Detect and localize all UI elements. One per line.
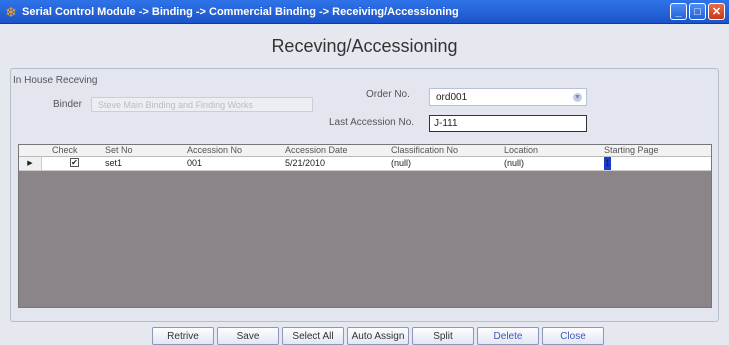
row-checkbox[interactable]: ✔ xyxy=(70,158,79,167)
page-title: Receving/Accessioning xyxy=(271,36,458,56)
maximize-button[interactable]: □ xyxy=(689,3,706,20)
column-header-check[interactable]: Check xyxy=(52,145,78,156)
split-button[interactable]: Split xyxy=(412,327,474,345)
close-window-button[interactable]: ✕ xyxy=(708,3,725,20)
auto-assign-button[interactable]: Auto Assign xyxy=(347,327,409,345)
delete-button[interactable]: Delete xyxy=(477,327,539,345)
window-controls: _ □ ✕ xyxy=(670,3,725,20)
chevron-down-icon[interactable]: ▼ xyxy=(573,93,582,102)
select-all-button[interactable]: Select All xyxy=(282,327,344,345)
cell-accession-no[interactable]: 001 xyxy=(187,157,202,170)
window-title: Serial Control Module -> Binding -> Comm… xyxy=(22,5,459,18)
last-accession-input[interactable]: J-111 xyxy=(429,115,587,132)
close-button[interactable]: Close xyxy=(542,327,604,345)
row-pointer-icon[interactable]: ▶ xyxy=(19,157,42,170)
column-header-set-no[interactable]: Set No xyxy=(105,145,133,156)
column-header-classification-no[interactable]: Classification No xyxy=(391,145,458,156)
title-bar[interactable]: ❄ Serial Control Module -> Binding -> Co… xyxy=(0,0,729,24)
binder-label: Binder xyxy=(53,99,82,110)
cell-classification-no[interactable]: (null) xyxy=(391,157,411,170)
cell-location[interactable]: (null) xyxy=(504,157,524,170)
action-button-bar: Retrive Save Select All Auto Assign Spli… xyxy=(152,327,607,345)
column-header-accession-no[interactable]: Accession No xyxy=(187,145,242,156)
column-header-starting-page[interactable]: Starting Page xyxy=(604,145,659,156)
cell-set-no[interactable]: set1 xyxy=(105,157,122,170)
last-accession-label: Last Accession No. xyxy=(329,117,415,128)
snowflake-icon: ❄ xyxy=(5,3,17,20)
binder-field[interactable]: Steve Main Binding and Finding Works xyxy=(91,97,313,112)
column-header-location[interactable]: Location xyxy=(504,145,538,156)
save-button[interactable]: Save xyxy=(217,327,279,345)
order-no-label: Order No. xyxy=(366,89,410,100)
order-no-value: ord001 xyxy=(436,92,468,103)
minimize-button[interactable]: _ xyxy=(670,3,687,20)
in-house-receiving-panel: In House Receving Binder Steve Main Bind… xyxy=(10,68,719,322)
cell-accession-date[interactable]: 5/21/2010 xyxy=(285,157,325,170)
accession-grid[interactable]: Check Set No Accession No Accession Date… xyxy=(18,144,712,308)
starting-page-editor[interactable]: 1 xyxy=(604,157,612,170)
group-label: In House Receving xyxy=(13,75,98,86)
grid-header: Check Set No Accession No Accession Date… xyxy=(19,145,711,157)
retrive-button[interactable]: Retrive xyxy=(152,327,214,345)
table-row[interactable]: ▶ ✔ set1 001 5/21/2010 (null) (null) 1 xyxy=(19,157,711,171)
application-window: ❄ Serial Control Module -> Binding -> Co… xyxy=(0,0,729,345)
column-header-accession-date[interactable]: Accession Date xyxy=(285,145,348,156)
order-no-select[interactable]: ord001 ▼ xyxy=(429,88,587,106)
